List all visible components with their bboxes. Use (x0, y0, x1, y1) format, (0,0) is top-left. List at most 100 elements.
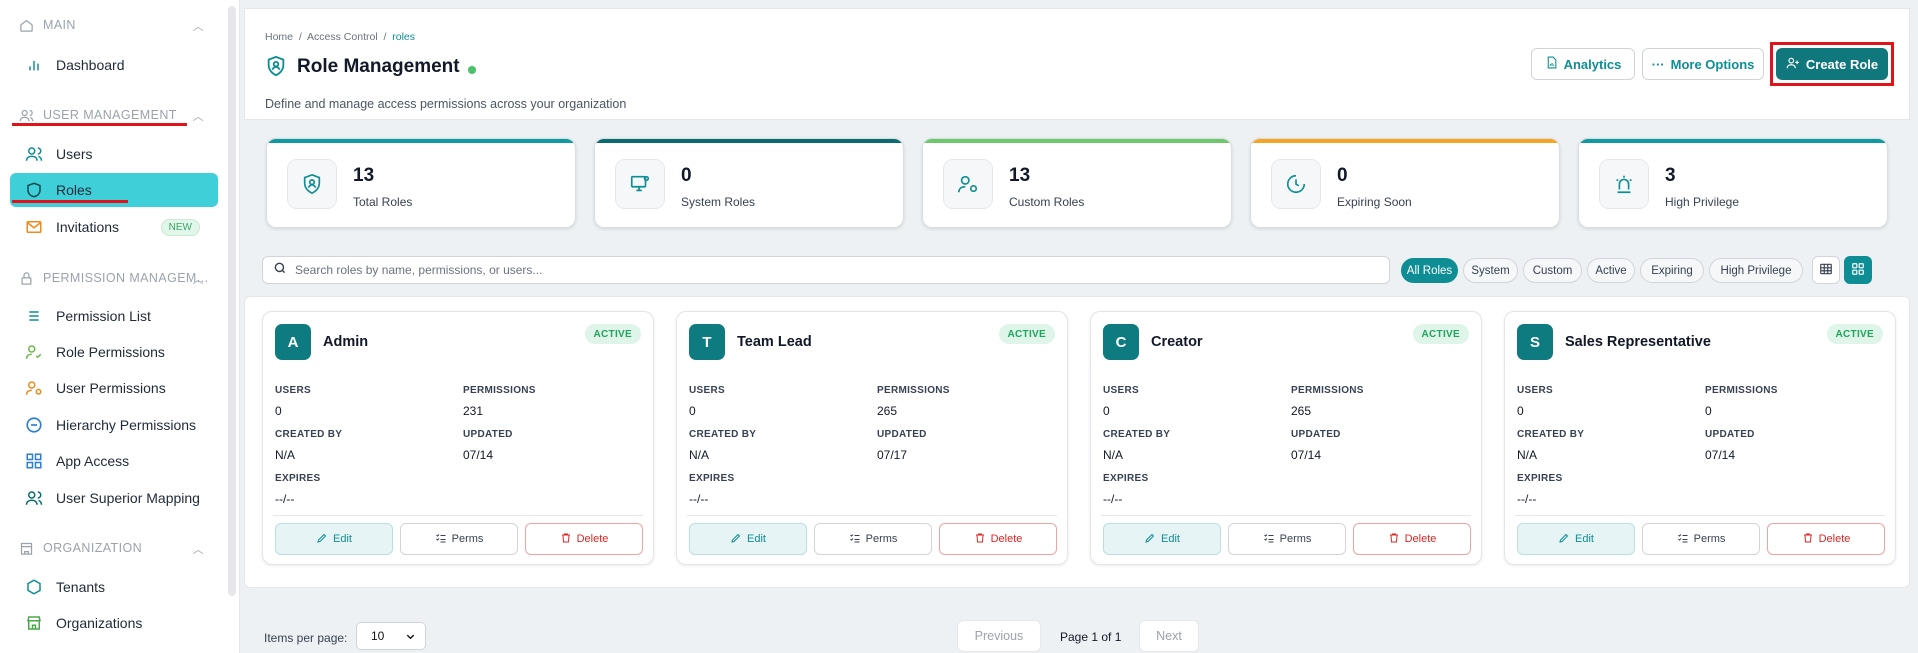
previous-button[interactable]: Previous (957, 620, 1041, 652)
edit-label: Edit (333, 533, 352, 545)
sidebar-item-organizations[interactable]: Organizations (10, 606, 218, 640)
sidebar-item-permission-list[interactable]: Permission List (10, 299, 218, 333)
stat-value: 0 (1337, 165, 1348, 186)
clock-icon (1271, 159, 1321, 209)
created-by-value: N/A (689, 448, 710, 462)
next-button[interactable]: Next (1139, 620, 1199, 652)
expires-label: EXPIRES (1103, 473, 1149, 484)
updated-label: UPDATED (1705, 429, 1755, 440)
filter-active[interactable]: Active (1587, 258, 1635, 283)
section-organization[interactable]: ORGANIZATION ︿ (0, 534, 220, 562)
analytics-button[interactable]: Analytics (1531, 48, 1635, 80)
filter-high-privilege[interactable]: High Privilege (1709, 258, 1803, 283)
role-avatar: S (1517, 324, 1553, 360)
pencil-icon (1144, 532, 1156, 547)
breadcrumb-access-control[interactable]: Access Control (307, 31, 378, 43)
main-content: Home / Access Control / roles Role Manag… (244, 0, 1918, 653)
sidebar-item-invitations[interactable]: Invitations NEW (10, 210, 218, 244)
divider (273, 515, 643, 516)
analytics-button-label: Analytics (1563, 56, 1622, 72)
chevron-up-icon[interactable]: ︿ (193, 18, 204, 34)
table-view-button[interactable] (1812, 256, 1840, 284)
page-info: Page 1 of 1 (1060, 630, 1122, 644)
edit-button[interactable]: Edit (1103, 523, 1221, 555)
table-icon (1819, 262, 1833, 279)
section-main[interactable]: MAIN ︿ (0, 11, 220, 39)
perms-label: Perms (865, 533, 898, 545)
sidebar-scrollbar[interactable] (228, 6, 236, 596)
sidebar: MAIN ︿ Dashboard USER MANAGEMENT ︿ Users… (0, 0, 240, 653)
delete-button[interactable]: Delete (939, 523, 1057, 555)
updated-value: 07/14 (1291, 448, 1322, 462)
role-card[interactable]: S Sales Representative ACTIVE USERS 0 PE… (1504, 311, 1896, 565)
created-by-label: CREATED BY (1103, 429, 1171, 440)
items-per-page-value: 10 (371, 629, 385, 643)
filter-all-roles[interactable]: All Roles (1401, 258, 1458, 283)
permissions-label: PERMISSIONS (1291, 385, 1364, 396)
sidebar-item-dashboard[interactable]: Dashboard (10, 48, 218, 82)
role-card[interactable]: A Admin ACTIVE USERS 0 PERMISSIONS 231 C… (262, 311, 654, 565)
delete-button[interactable]: Delete (525, 523, 643, 555)
users-label: USERS (689, 385, 725, 396)
edit-button[interactable]: Edit (275, 523, 393, 555)
user-check-icon (24, 342, 44, 362)
monitor-settings-icon (615, 159, 665, 209)
chevron-down-icon (405, 631, 416, 645)
chevron-up-icon[interactable]: ︿ (193, 271, 204, 287)
filter-custom[interactable]: Custom (1523, 258, 1582, 283)
delete-button[interactable]: Delete (1767, 523, 1885, 555)
sidebar-item-user-permissions[interactable]: User Permissions (10, 371, 218, 405)
expires-value: --/-- (1103, 492, 1123, 506)
edit-button[interactable]: Edit (689, 523, 807, 555)
list-checks-icon (1263, 532, 1275, 547)
permissions-value: 265 (1291, 404, 1312, 418)
items-per-page-select[interactable]: 10 (356, 622, 426, 650)
sidebar-item-label: Dashboard (56, 57, 125, 73)
breadcrumb-home[interactable]: Home (265, 31, 293, 43)
status-badge: ACTIVE (998, 324, 1055, 344)
chevron-up-icon[interactable]: ︿ (193, 541, 204, 557)
trash-icon (1388, 532, 1400, 547)
filter-expiring[interactable]: Expiring (1640, 258, 1704, 283)
perms-button[interactable]: Perms (400, 523, 518, 555)
shield-icon (24, 180, 44, 200)
perms-button[interactable]: Perms (814, 523, 932, 555)
updated-label: UPDATED (463, 429, 513, 440)
filter-system[interactable]: System (1463, 258, 1518, 283)
updated-label: UPDATED (1291, 429, 1341, 440)
sidebar-item-label: Organizations (56, 615, 143, 631)
role-card[interactable]: T Team Lead ACTIVE USERS 0 PERMISSIONS 2… (676, 311, 1068, 565)
stat-value: 3 (1665, 165, 1676, 186)
perms-button[interactable]: Perms (1642, 523, 1760, 555)
sidebar-item-hierarchy-permissions[interactable]: Hierarchy Permissions (10, 408, 218, 442)
list-checks-icon (849, 532, 861, 547)
perms-button[interactable]: Perms (1228, 523, 1346, 555)
perms-label: Perms (451, 533, 484, 545)
permissions-value: 0 (1705, 404, 1712, 418)
items-per-page-label: Items per page: (264, 631, 348, 645)
edit-label: Edit (747, 533, 766, 545)
chevron-up-icon[interactable]: ︿ (193, 108, 204, 124)
grid-icon (24, 451, 44, 471)
more-options-button[interactable]: ··· More Options (1642, 48, 1764, 80)
annotation-underline (12, 123, 187, 126)
role-card[interactable]: C Creator ACTIVE USERS 0 PERMISSIONS 265… (1090, 311, 1482, 565)
delete-button[interactable]: Delete (1353, 523, 1471, 555)
sidebar-item-role-permissions[interactable]: Role Permissions (10, 335, 218, 369)
sidebar-item-users[interactable]: Users (10, 137, 218, 171)
role-avatar: A (275, 324, 311, 360)
users-value: 0 (1103, 404, 1110, 418)
edit-button[interactable]: Edit (1517, 523, 1635, 555)
sidebar-item-tenants[interactable]: Tenants (10, 570, 218, 604)
section-permission-management[interactable]: PERMISSION MANAGEM... ︿ (0, 264, 220, 292)
search-input[interactable] (295, 263, 1295, 277)
updated-value: 07/14 (463, 448, 494, 462)
store-icon (24, 613, 44, 633)
sidebar-item-user-superior-mapping[interactable]: User Superior Mapping (10, 481, 218, 515)
search-box (262, 256, 1390, 284)
trash-icon (974, 532, 986, 547)
perms-label: Perms (1693, 533, 1726, 545)
sidebar-item-app-access[interactable]: App Access (10, 444, 218, 478)
sidebar-item-label: Users (56, 146, 93, 162)
grid-view-button[interactable] (1844, 256, 1872, 284)
